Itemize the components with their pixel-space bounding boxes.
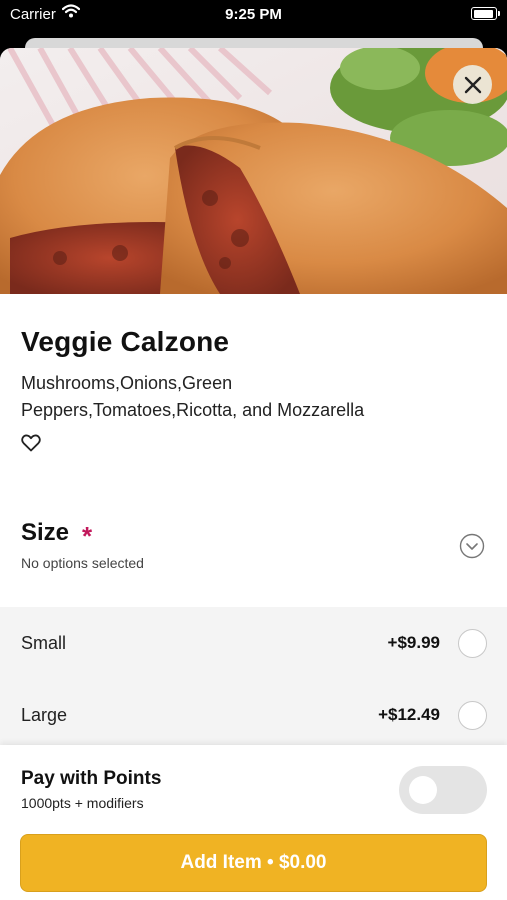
close-button[interactable] (453, 65, 492, 104)
status-bar: Carrier 9:25 PM (0, 0, 507, 30)
option-price: +$9.99 (387, 633, 440, 652)
option-radio-small[interactable] (458, 629, 487, 658)
pay-with-points-toggle[interactable] (399, 766, 487, 814)
size-option-small[interactable]: Small +$9.99 (0, 607, 507, 677)
size-section-title: Size (21, 519, 70, 546)
order-footer: Pay with Points 1000pts + modifiers Add … (0, 745, 507, 900)
item-description: Mushrooms,Onions,Green Peppers,Tomatoes,… (21, 373, 365, 420)
size-selection-status: No options selected (21, 555, 144, 571)
pay-with-points-label: Pay with Points (21, 768, 162, 789)
option-name: Large (21, 705, 68, 725)
size-option-large[interactable]: Large +$12.49 (0, 679, 507, 749)
toggle-knob (409, 776, 437, 804)
battery-icon (471, 7, 500, 20)
required-asterisk: * (82, 521, 93, 551)
item-photo (0, 48, 507, 294)
status-time: 9:25 PM (225, 6, 282, 23)
heart-outline-icon[interactable] (21, 434, 41, 452)
item-title: Veggie Calzone (21, 326, 230, 357)
item-detail-sheet: Veggie Calzone Mushrooms,Onions,Green Pe… (0, 48, 507, 900)
points-cost-label: 1000pts + modifiers (21, 795, 144, 811)
add-item-label: Add Item • $0.00 (180, 852, 327, 873)
option-name: Small (21, 633, 67, 653)
size-options-list: Small +$9.99 Large +$12.49 (0, 607, 507, 747)
option-price: +$12.49 (378, 705, 440, 724)
chevron-down-circle-icon[interactable] (459, 533, 485, 559)
option-radio-large[interactable] (458, 701, 487, 730)
close-icon (464, 76, 481, 93)
add-item-button[interactable]: Add Item • $0.00 (20, 834, 487, 892)
